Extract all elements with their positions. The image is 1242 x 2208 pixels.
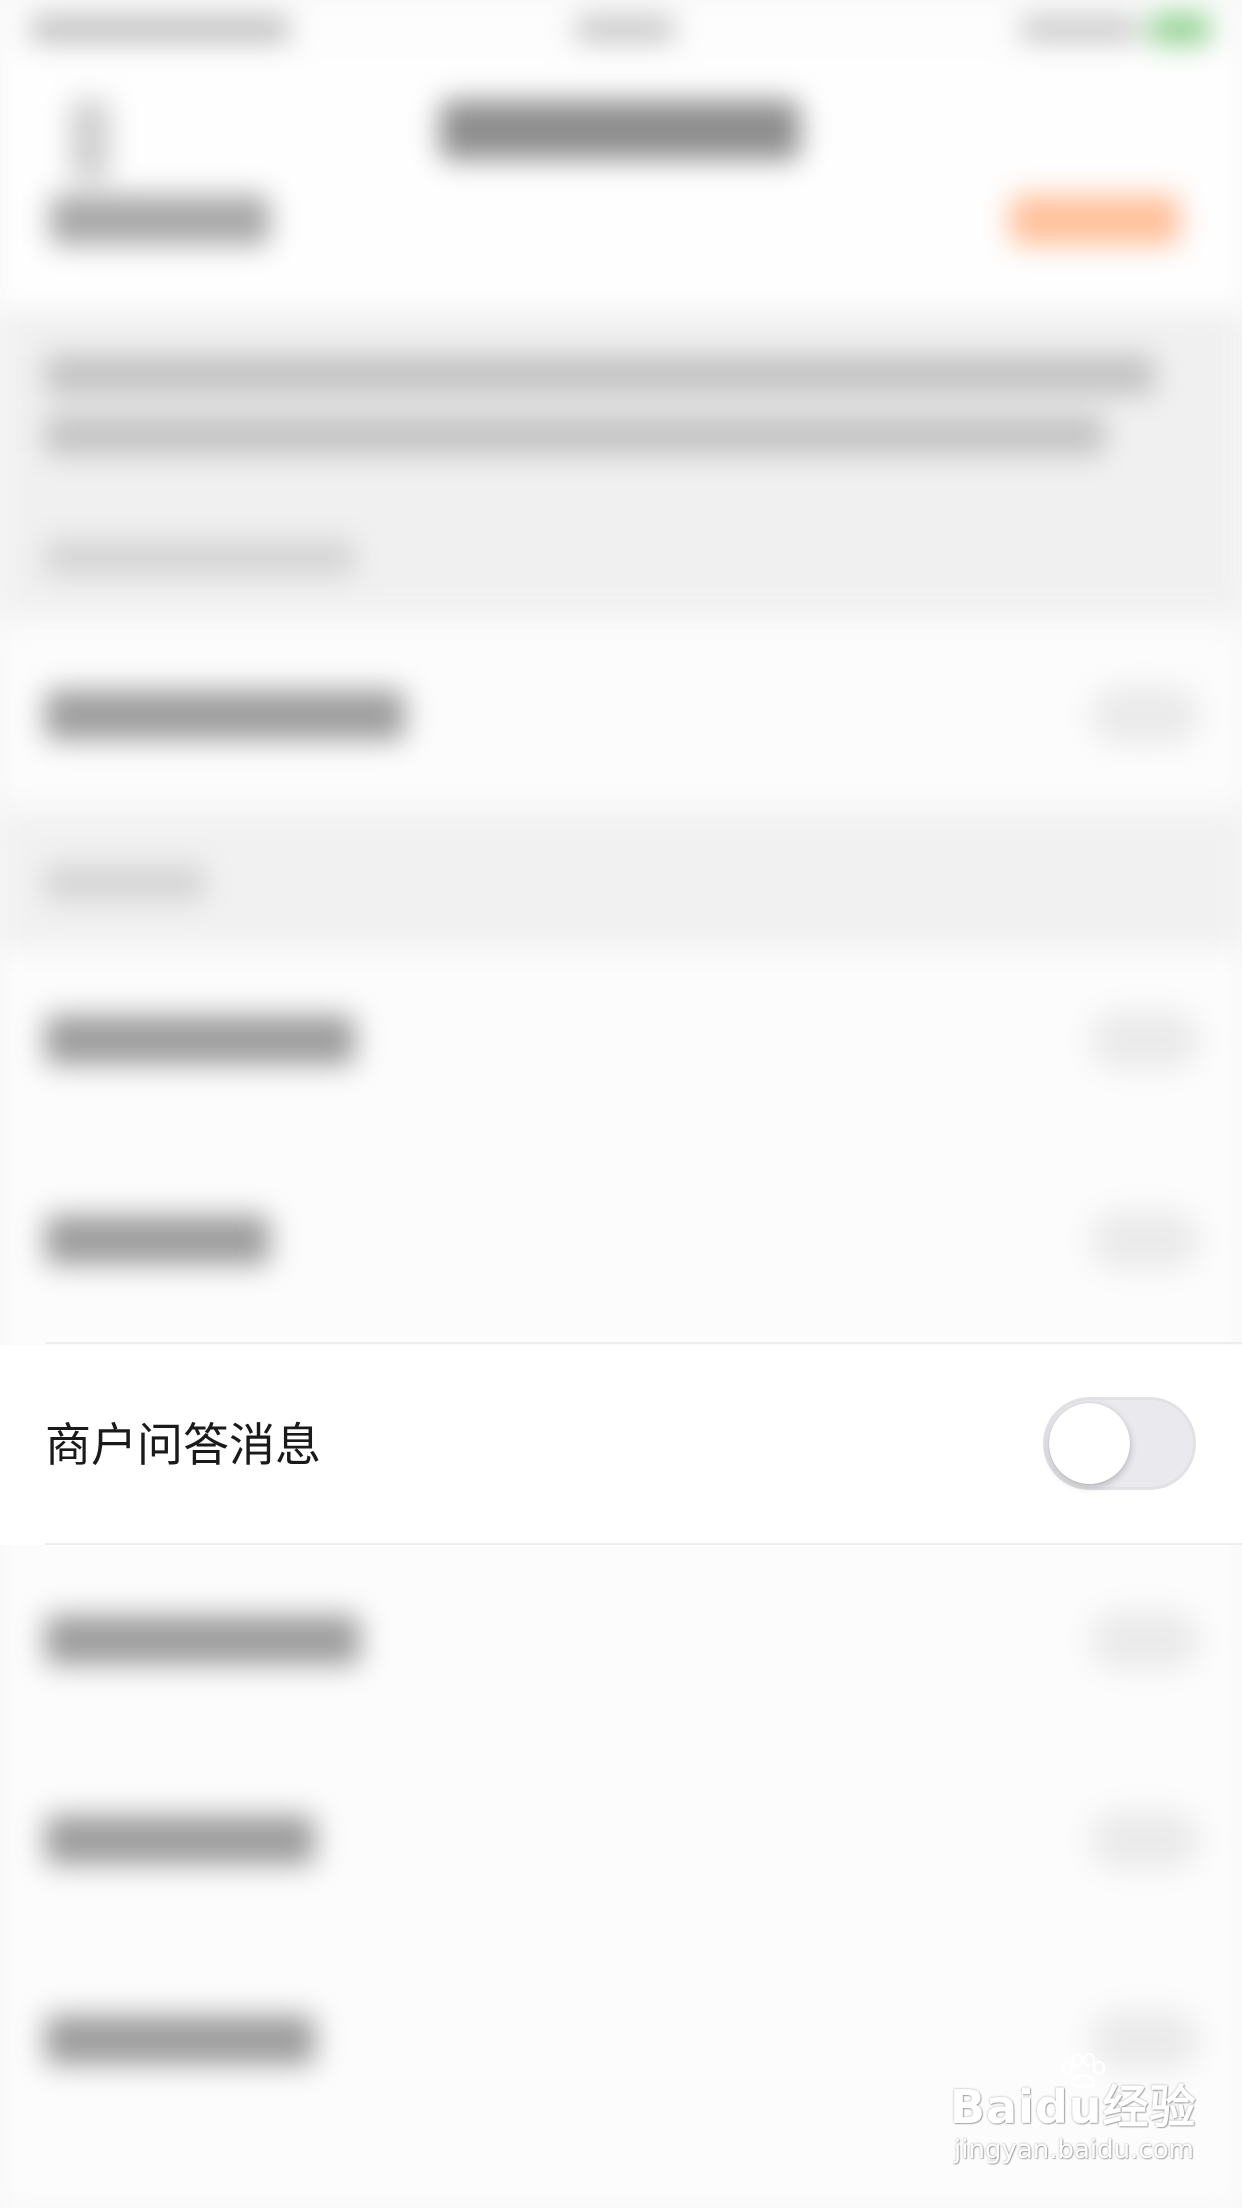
settings-row[interactable] [0,630,1242,800]
page-title [440,100,800,160]
settings-row-merchant-qa[interactable]: 商户问答消息 [0,1345,1242,1545]
status-bar-time [575,16,675,42]
row-divider-bottom [45,1543,1242,1545]
settings-row-label [45,1215,270,1265]
battery-icon [1150,14,1210,44]
toggle-switch[interactable] [1090,1210,1200,1270]
merchant-qa-toggle[interactable] [1043,1397,1196,1490]
navigation-bar [0,60,1242,310]
settings-row-label [45,690,405,740]
status-bar [0,0,1242,60]
watermark-url: jingyan.baidu.com [954,2135,1194,2165]
description-line [45,355,1155,395]
toggle-switch[interactable] [1090,1610,1200,1670]
watermark-logo: Baidu经验 [950,2080,1197,2134]
status-bar-carrier [30,16,290,42]
settings-row-label [45,1615,360,1665]
settings-row-label [45,1815,315,1865]
toggle-knob[interactable] [1049,1403,1130,1484]
baidu-jingyan-watermark: Baidu经验 jingyan.baidu.com [950,2053,1200,2185]
toggle-switch[interactable] [1090,1010,1200,1070]
settings-row-label [45,2015,315,2065]
settings-row-label: 商户问答消息 [45,1418,321,1472]
screen: 商户问答消息 Baidu经验 jingyan.baidu.com [0,0,1242,2208]
row-divider-top [45,1342,1242,1344]
section-caption [45,865,205,901]
blurred-background [0,0,1242,2208]
section-header [0,815,1242,950]
back-icon[interactable] [70,100,110,180]
description-section [0,310,1242,610]
toggle-switch[interactable] [1090,1810,1200,1870]
settings-list [0,950,1242,2208]
section-caption [45,540,355,576]
status-bar-indicators [1020,16,1140,42]
nav-left-label [50,195,270,245]
nav-action-button[interactable] [1010,195,1180,245]
settings-row-label [45,1015,355,1065]
description-line [45,415,1105,455]
toggle-switch[interactable] [1090,685,1200,745]
